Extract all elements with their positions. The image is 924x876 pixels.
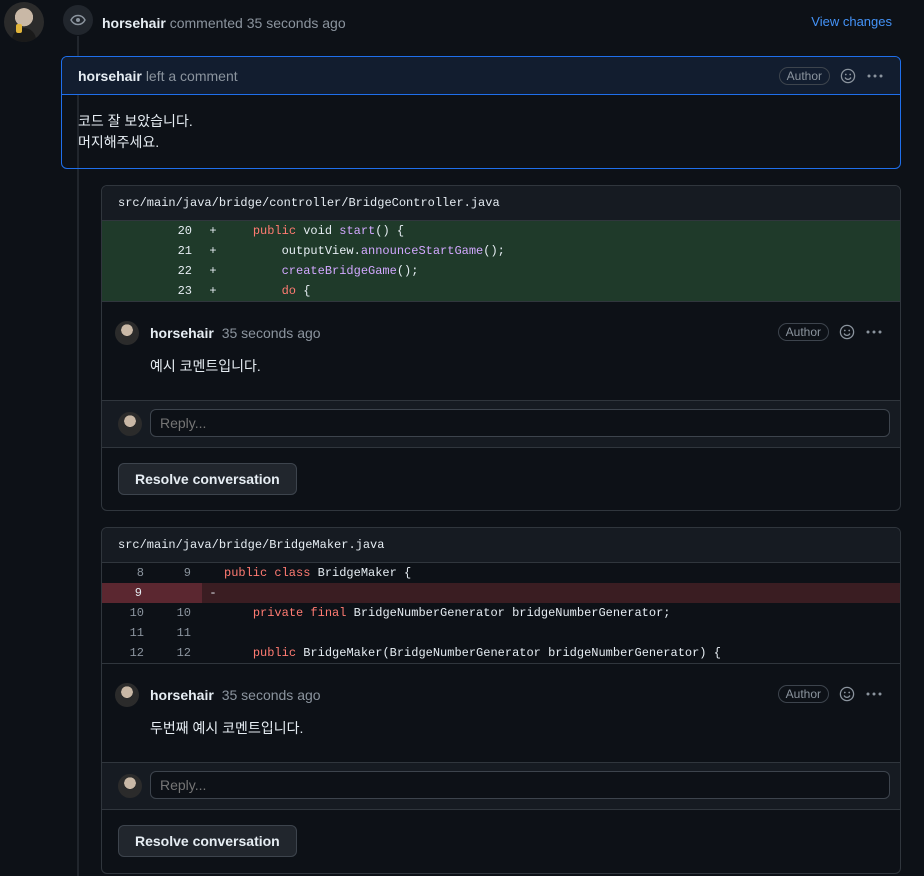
smiley-icon[interactable] bbox=[840, 68, 856, 84]
diff-marker: + bbox=[209, 264, 217, 278]
comment-time[interactable]: 35 seconds ago bbox=[222, 687, 321, 703]
code-line: do { bbox=[281, 284, 311, 298]
code-line: private final BridgeNumberGenerator brid… bbox=[252, 606, 671, 620]
line-number[interactable]: 23 bbox=[102, 281, 202, 301]
diff-line: 11 11 bbox=[102, 623, 900, 643]
file-path[interactable]: src/main/java/bridge/controller/BridgeCo… bbox=[102, 186, 900, 221]
reply-bar bbox=[102, 762, 900, 810]
kebab-horizontal-icon[interactable] bbox=[865, 686, 883, 702]
author-link[interactable]: horsehair bbox=[102, 15, 166, 31]
new-line-number[interactable]: 11 bbox=[144, 623, 202, 643]
avatar bbox=[118, 774, 142, 798]
code-line: public BridgeMaker(BridgeNumberGenerator… bbox=[252, 646, 721, 660]
diff-marker: + bbox=[209, 244, 217, 258]
new-line-number[interactable]: 10 bbox=[144, 603, 202, 623]
review-comment: horsehair 35 seconds ago Author 예시 코멘트입니… bbox=[102, 301, 900, 400]
timeline-header: horsehair commented 35 seconds ago bbox=[102, 15, 346, 31]
author-badge: Author bbox=[777, 323, 829, 341]
line-number[interactable]: 21 bbox=[102, 241, 202, 261]
smiley-icon[interactable] bbox=[839, 324, 855, 340]
reply-input[interactable] bbox=[150, 771, 890, 799]
resolve-conversation-button[interactable]: Resolve conversation bbox=[118, 825, 297, 857]
comment-body: 예시 코멘트입니다. bbox=[150, 358, 261, 374]
diff-marker: + bbox=[209, 284, 217, 298]
kebab-horizontal-icon[interactable] bbox=[866, 68, 884, 84]
comment-header: horsehair 35 seconds ago bbox=[150, 687, 321, 703]
new-line-number[interactable]: 9 bbox=[144, 563, 202, 583]
diff-line: 20 + public void start() { bbox=[102, 221, 900, 241]
diff-hunk: 20 + public void start() { 21 + outputVi… bbox=[102, 221, 900, 301]
code-line: public void start() { bbox=[252, 224, 405, 238]
old-line-number[interactable]: 8 bbox=[102, 563, 144, 583]
diff-line: 23 + do { bbox=[102, 281, 900, 301]
review-comment: horsehair 35 seconds ago Author 두번째 예시 코… bbox=[102, 663, 900, 762]
author-badge: Author bbox=[777, 685, 829, 703]
author-badge: Author bbox=[778, 66, 830, 85]
diff-line: 12 12 public BridgeMaker(BridgeNumberGen… bbox=[102, 643, 900, 663]
kebab-horizontal-icon[interactable] bbox=[865, 324, 883, 340]
comment-author[interactable]: horsehair bbox=[150, 687, 214, 703]
diff-line: 8 9 public class BridgeMaker { bbox=[102, 563, 900, 583]
review-thread: src/main/java/bridge/controller/BridgeCo… bbox=[101, 185, 901, 511]
view-changes-link[interactable]: View changes bbox=[811, 14, 892, 29]
avatar[interactable] bbox=[115, 321, 139, 345]
review-thread: src/main/java/bridge/BridgeMaker.java 8 … bbox=[101, 527, 901, 874]
review-comment-header: horsehair left a comment Author bbox=[62, 57, 900, 95]
comment-header: horsehair 35 seconds ago bbox=[150, 325, 321, 341]
old-line-number[interactable]: 10 bbox=[102, 603, 144, 623]
comment-body: 두번째 예시 코멘트입니다. bbox=[150, 720, 304, 736]
review-body-line: 코드 잘 보았습니다. bbox=[78, 113, 193, 129]
reply-bar bbox=[102, 400, 900, 448]
eye-icon bbox=[63, 5, 93, 35]
review-comment-body: 코드 잘 보았습니다. 머지해주세요. bbox=[62, 95, 900, 153]
review-comment: horsehair left a comment Author 코드 잘 보았습… bbox=[61, 56, 901, 169]
resolve-conversation-button[interactable]: Resolve conversation bbox=[118, 463, 297, 495]
line-number[interactable]: 20 bbox=[102, 221, 202, 241]
diff-line: 9 - bbox=[102, 583, 900, 603]
avatar[interactable] bbox=[115, 683, 139, 707]
reply-input[interactable] bbox=[150, 409, 890, 437]
file-path[interactable]: src/main/java/bridge/BridgeMaker.java bbox=[102, 528, 900, 563]
comment-author[interactable]: horsehair bbox=[150, 325, 214, 341]
review-author[interactable]: horsehair bbox=[78, 68, 142, 84]
avatar bbox=[118, 412, 142, 436]
timeline-action: commented bbox=[169, 15, 243, 31]
old-line-number[interactable]: 9 bbox=[102, 583, 202, 603]
diff-marker: + bbox=[209, 224, 217, 238]
old-line-number[interactable]: 11 bbox=[102, 623, 144, 643]
comment-time[interactable]: 35 seconds ago bbox=[222, 325, 321, 341]
review-body-line: 머지해주세요. bbox=[78, 134, 160, 150]
diff-line: 22 + createBridgeGame(); bbox=[102, 261, 900, 281]
code-line: outputView.announceStartGame(); bbox=[224, 244, 505, 258]
avatar[interactable] bbox=[4, 2, 44, 42]
timeline-time[interactable]: 35 seconds ago bbox=[247, 15, 346, 31]
line-number[interactable]: 22 bbox=[102, 261, 202, 281]
review-action: left a comment bbox=[145, 67, 238, 84]
diff-line: 21 + outputView.announceStartGame(); bbox=[102, 241, 900, 261]
old-line-number[interactable]: 12 bbox=[102, 643, 144, 663]
new-line-number[interactable]: 12 bbox=[144, 643, 202, 663]
smiley-icon[interactable] bbox=[839, 686, 855, 702]
diff-marker: - bbox=[209, 586, 217, 600]
diff-hunk: 8 9 public class BridgeMaker { 9 - 10 10… bbox=[102, 563, 900, 663]
code-line: public class BridgeMaker { bbox=[224, 566, 412, 580]
diff-line: 10 10 private final BridgeNumberGenerato… bbox=[102, 603, 900, 623]
code-line: createBridgeGame(); bbox=[281, 264, 419, 278]
